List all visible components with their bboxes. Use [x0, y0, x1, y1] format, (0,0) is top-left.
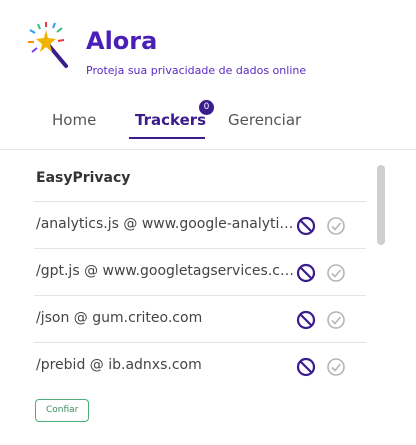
block-icon[interactable] — [296, 357, 316, 377]
active-tab-indicator — [129, 137, 205, 139]
scrollbar-thumb[interactable] — [377, 165, 385, 245]
app-header: Alora Proteja sua privacidade de dados o… — [26, 20, 386, 80]
check-circle-icon[interactable] — [326, 357, 346, 377]
tab-trackers[interactable]: Trackers — [135, 111, 206, 129]
app-subtitle: Proteja sua privacidade de dados online — [86, 64, 307, 77]
app-title: Alora — [86, 27, 158, 55]
tracker-name: /prebid @ ib.adnxs.com — [36, 357, 202, 373]
tracker-row: /json @ gum.criteo.com — [34, 295, 366, 342]
block-icon[interactable] — [296, 310, 316, 330]
trust-button[interactable]: Confiar — [35, 399, 90, 422]
tab-manage[interactable]: Gerenciar — [228, 111, 301, 129]
tab-bar: Home Trackers 0 Gerenciar — [0, 100, 416, 140]
block-icon[interactable] — [296, 263, 316, 283]
list-heading: EasyPrivacy — [36, 170, 131, 186]
magic-wand-icon — [28, 22, 68, 68]
tab-divider — [0, 149, 416, 150]
trackers-count-badge: 0 — [199, 100, 214, 115]
block-icon[interactable] — [296, 216, 316, 236]
check-circle-icon[interactable] — [326, 310, 346, 330]
check-circle-icon[interactable] — [326, 216, 346, 236]
check-circle-icon[interactable] — [326, 263, 346, 283]
tab-home[interactable]: Home — [52, 111, 96, 129]
tracker-name: /json @ gum.criteo.com — [36, 310, 203, 326]
tracker-name: /analytics.js @ www.google-analytics.com — [36, 216, 296, 232]
trackers-panel: EasyPrivacy /analytics.js @ www.google-a… — [34, 160, 366, 440]
tracker-name: /gpt.js @ www.googletagservices.com — [36, 263, 296, 279]
tracker-row: /gpt.js @ www.googletagservices.com — [34, 248, 366, 295]
tracker-row: /analytics.js @ www.google-analytics.com — [34, 201, 366, 248]
tracker-row: /prebid @ ib.adnxs.com — [34, 342, 366, 389]
